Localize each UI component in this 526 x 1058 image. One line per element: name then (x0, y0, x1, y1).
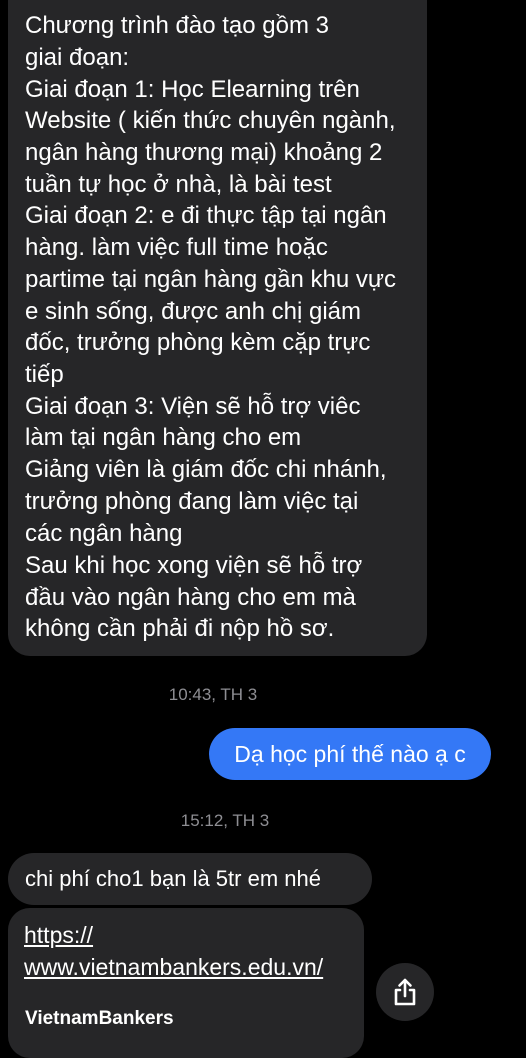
message-line: giai đoạn: (25, 44, 130, 71)
message-line: đốc, trưởng phòng kèm cặp trực (25, 329, 371, 356)
message-timestamp: 10:43, TH 3 (168, 685, 258, 704)
message-line: Giảng viên là giám đốc chi nhánh, (25, 456, 387, 483)
link-site-name: VietnamBankers (25, 1008, 174, 1029)
message-line: Chương trình đào tạo gồm 3 (25, 12, 329, 39)
outgoing-message-bubble[interactable]: Dạ học phí thế nào ạ c (209, 728, 491, 780)
message-line: trưởng phòng đang làm việc tại (25, 488, 359, 515)
message-line: ngân hàng thương mại) khoảng 2 (25, 139, 383, 166)
link-url[interactable]: https:// (24, 920, 93, 950)
share-button[interactable] (376, 963, 434, 1021)
message-line: đầu vào ngân hàng cho em mà (25, 584, 356, 611)
link-preview-bubble[interactable]: https:// www.vietnambankers.edu.vn/ Viet… (8, 908, 364, 1058)
message-line: hàng. làm việc full time hoặc (25, 234, 328, 261)
message-line: tiếp (25, 361, 64, 388)
message-line: Website ( kiến thức chuyên ngành, (25, 107, 396, 134)
message-line: Giai đoạn 2: e đi thực tập tại ngân (25, 202, 387, 229)
message-line: không cần phải đi nộp hồ sơ. (25, 615, 335, 642)
message-line: Giai đoạn 3: Viện sẽ hỗ trợ viêc (25, 393, 361, 420)
message-line: partime tại ngân hàng gần khu vực (25, 266, 396, 293)
message-line: Sau khi học xong viện sẽ hỗ trợ (25, 552, 363, 579)
incoming-message-bubble[interactable]: Chương trình đào tạo gồm 3 giai đoạn: Gi… (8, 0, 427, 656)
message-line: tuần tự học ở nhà, là bài test (25, 171, 332, 198)
message-line: làm tại ngân hàng cho em (25, 424, 302, 451)
link-url[interactable]: www.vietnambankers.edu.vn/ (24, 952, 323, 982)
share-icon (394, 978, 416, 1006)
message-line: e sinh sống, được anh chị giám (25, 298, 361, 325)
incoming-message-bubble[interactable]: chi phí cho1 bạn là 5tr em nhé (8, 853, 372, 905)
message-line: Giai đoạn 1: Học Elearning trên (25, 76, 360, 103)
message-line: các ngân hàng (25, 520, 183, 547)
message-timestamp: 15:12, TH 3 (180, 811, 270, 830)
